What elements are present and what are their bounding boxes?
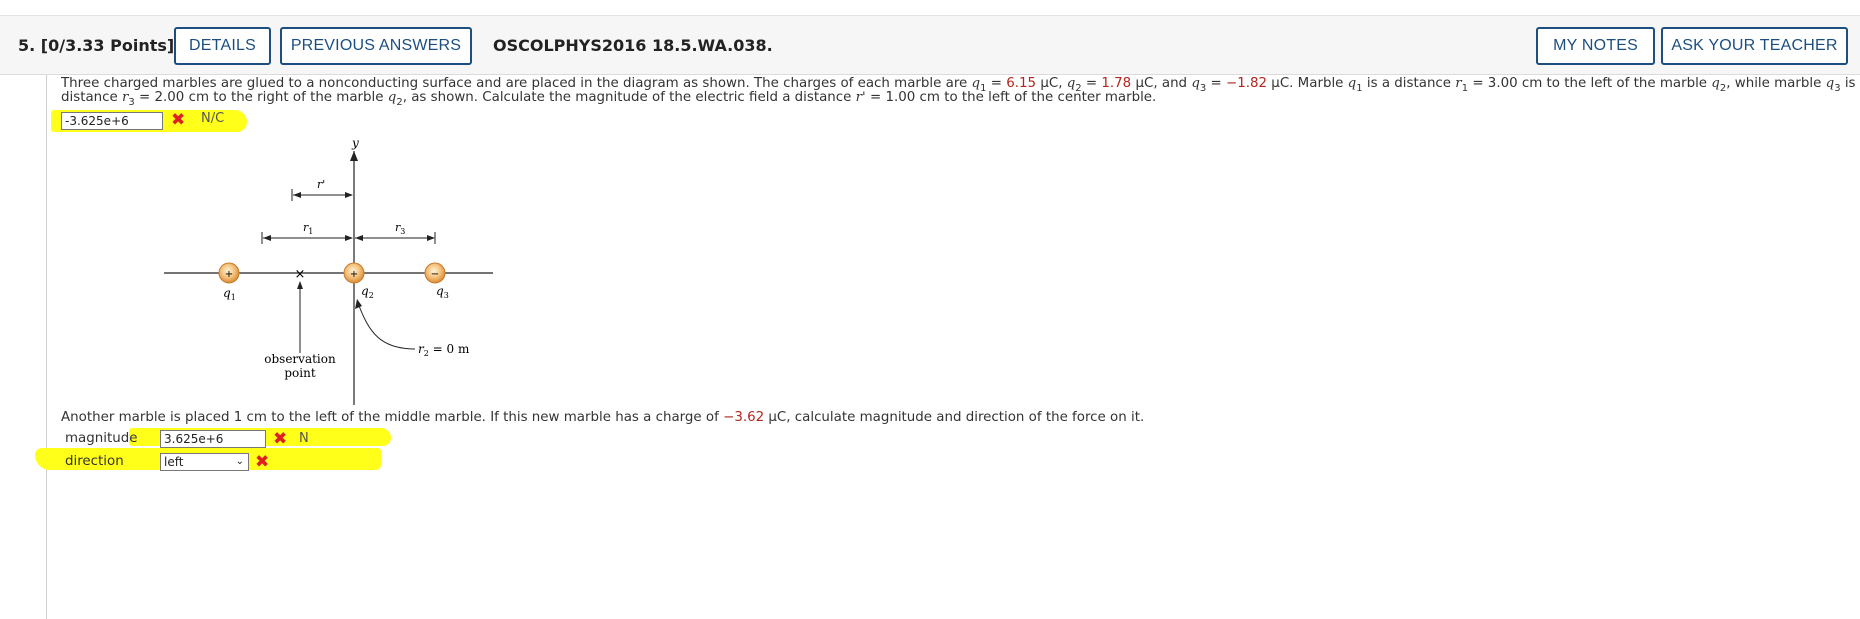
charges-diagram: y x r' r1 r3 × observation point + + [164, 137, 493, 405]
arrowhead-icon [293, 192, 301, 198]
arrowhead-icon [297, 281, 303, 289]
plus-sign-icon: + [225, 269, 233, 280]
y-axis-arrow-icon [350, 151, 358, 161]
electric-field-answer-input[interactable]: -3.625e+6 [61, 112, 163, 130]
chevron-down-icon: ⌄ [235, 456, 244, 467]
previous-answers-button[interactable]: PREVIOUS ANSWERS [280, 27, 472, 65]
y-axis-label: y [351, 137, 359, 150]
incorrect-icon: ✖ [255, 452, 270, 472]
r2-pointer-arrow [357, 302, 416, 350]
problem-text-part-2: Another marble is placed 1 cm to the lef… [61, 410, 1145, 425]
ask-your-teacher-button[interactable]: ASK YOUR TEACHER [1661, 27, 1848, 65]
arrowhead-icon [345, 235, 353, 241]
incorrect-icon: ✖ [171, 110, 186, 130]
magnitude-label: magnitude [65, 431, 138, 446]
observation-point-mark-icon: × [295, 267, 306, 282]
arrowhead-icon [345, 192, 353, 198]
arrowhead-icon [263, 235, 271, 241]
arrowhead-icon [355, 299, 362, 309]
question-header: 5. [0/3.33 Points] DETAILS PREVIOUS ANSW… [0, 15, 1860, 75]
observation-label-line-2: point [284, 366, 315, 380]
r-prime-label: r' [317, 178, 325, 191]
q2-label: q2 [361, 284, 374, 300]
direction-selected-value: left [164, 455, 184, 469]
direction-label: direction [65, 454, 124, 469]
observation-label-line-1: observation [264, 352, 336, 366]
r3-label: r3 [395, 221, 405, 236]
question-code: OSCOLPHYS2016 18.5.WA.038. [493, 36, 773, 55]
magnitude-unit: N [299, 431, 309, 446]
r1-label: r1 [303, 221, 313, 236]
direction-select[interactable]: left ⌄ [160, 453, 249, 471]
incorrect-icon: ✖ [273, 429, 288, 449]
minus-sign-icon: − [431, 269, 439, 280]
my-notes-button[interactable]: MY NOTES [1536, 27, 1655, 65]
problem-text-line-2: distance r3 = 2.00 cm to the right of th… [61, 90, 1157, 108]
r2-label: r2 = 0 m [418, 342, 470, 358]
magnitude-answer-input[interactable]: 3.625e+6 [160, 430, 266, 448]
details-button[interactable]: DETAILS [174, 27, 271, 65]
question-number-points: 5. [0/3.33 Points] [18, 36, 175, 55]
question-body: Three charged marbles are glued to a non… [35, 75, 1860, 619]
q1-label: q1 [223, 286, 236, 302]
q3-label: q3 [436, 284, 449, 300]
plus-sign-icon: + [350, 269, 358, 280]
answer-unit: N/C [201, 111, 225, 126]
arrowhead-icon [427, 235, 435, 241]
arrowhead-icon [355, 235, 363, 241]
